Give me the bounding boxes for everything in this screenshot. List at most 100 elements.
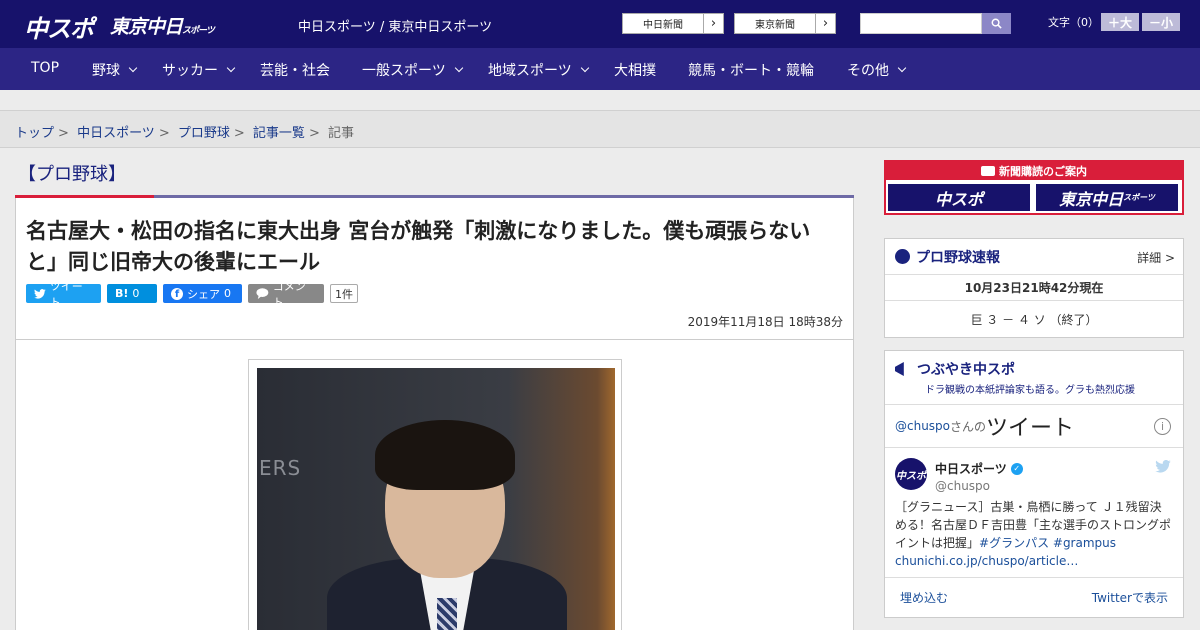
twitter-widget-title: つぶやき中スポ <box>917 362 1015 378</box>
breadcrumb-article-list[interactable]: 記事一覧 <box>253 126 305 141</box>
score-box-header: プロ野球速報 詳細 > <box>885 239 1183 275</box>
score-line[interactable]: 巨 ３ － ４ ソ （終了） <box>885 301 1183 337</box>
breadcrumb: トップ > 中日スポーツ > プロ野球 > 記事一覧 > 記事 <box>15 122 354 141</box>
nav-item-racing[interactable]: 競馬・ボート・競輪 <box>688 60 814 80</box>
view-on-twitter-link[interactable]: Twitterで表示 <box>1092 589 1168 606</box>
nav-item-soccer[interactable]: サッカー <box>162 60 236 80</box>
breadcrumb-top[interactable]: トップ <box>15 126 54 141</box>
facebook-icon: f <box>171 287 183 300</box>
baseball-score-box: プロ野球速報 詳細 > 10月23日21時42分現在 巨 ３ － ４ ソ （終了… <box>884 238 1184 338</box>
facebook-share-label: シェア <box>187 287 220 301</box>
breadcrumb-band: トップ > 中日スポーツ > プロ野球 > 記事一覧 > 記事 <box>0 110 1200 148</box>
article-header-card: 名古屋大・松田の指名に東大出身 宮台が触発「刺激になりました。僕も頑張らないと」… <box>15 198 854 340</box>
breadcrumb-sep: > <box>233 126 245 141</box>
tweet-text: ［グラニュース］古巣・鳥栖に勝って Ｊ１残留決める！名古屋ＤＦ吉田豊「主な選手の… <box>885 498 1183 570</box>
nav-label: 一般スポーツ <box>362 63 446 79</box>
search-button[interactable] <box>982 13 1011 34</box>
font-size-down-button[interactable]: －小 <box>1142 13 1180 31</box>
tokyo-logo-small: スポーツ <box>182 26 215 36</box>
verified-badge-icon: ✓ <box>1010 462 1023 475</box>
breadcrumb-sep: > <box>158 126 170 141</box>
tokyo-shimbun-label: 東京新聞 <box>755 20 795 31</box>
nav-item-top[interactable]: TOP <box>31 60 59 76</box>
tweet-hashtags[interactable]: #グランパス #grampus <box>979 536 1116 550</box>
nav-label: 芸能・社会 <box>260 63 330 79</box>
breadcrumb-current: 記事 <box>327 126 354 141</box>
breadcrumb-sep: > <box>308 126 320 141</box>
facebook-share-button[interactable]: f シェア 0 <box>163 284 242 303</box>
nav-item-general-sports[interactable]: 一般スポーツ <box>362 60 463 80</box>
search-input[interactable] <box>860 13 982 34</box>
tweets-san-no: さんの <box>950 419 987 434</box>
share-buttons: ツイート B! 0 f シェア 0 コメント 1件 <box>26 280 358 309</box>
twitter-widget-header: つぶやき中スポ ドラ観戦の本紙評論家も語る。グラも熱烈応援 <box>885 359 1183 396</box>
info-icon[interactable]: i <box>1154 418 1171 435</box>
chevron-right-icon: › <box>815 14 835 33</box>
hatena-bookmark-button[interactable]: B! 0 <box>107 284 157 303</box>
nav-label: サッカー <box>162 63 218 79</box>
article-headline: 名古屋大・松田の指名に東大出身 宮台が触発「刺激になりました。僕も頑張らないと」… <box>26 219 811 274</box>
twitter-widget: つぶやき中スポ ドラ観戦の本紙評論家も語る。グラも熱烈応援 @chuspo さん… <box>884 350 1184 618</box>
subscription-banner[interactable]: 新聞購読のご案内 中スポ 東京中日 スポーツ <box>884 160 1184 215</box>
breadcrumb-chunichi-sports[interactable]: 中日スポーツ <box>77 126 155 141</box>
photo-frame: ERS <box>248 359 622 630</box>
avatar[interactable]: 中スポ <box>895 458 927 490</box>
score-detail-link[interactable]: 詳細 > <box>1137 249 1175 266</box>
subscription-banner-header: 新聞購読のご案内 <box>886 162 1182 180</box>
breadcrumb-pro-baseball[interactable]: プロ野球 <box>178 126 230 141</box>
score-timestamp: 10月23日21時42分現在 <box>885 275 1183 301</box>
breadcrumb-sep: > <box>58 126 69 141</box>
nav-item-entertainment[interactable]: 芸能・社会 <box>260 60 330 80</box>
nav-label: 大相撲 <box>614 63 656 79</box>
chevron-down-icon <box>580 63 589 73</box>
nav-item-sumo[interactable]: 大相撲 <box>614 60 656 80</box>
main-nav: TOP 野球 サッカー 芸能・社会 一般スポーツ 地域スポーツ 大相撲 競馬・ボ… <box>0 48 1200 90</box>
hatena-count: 0 <box>132 287 140 300</box>
tweet-author-handle[interactable]: @chuspo <box>935 479 990 493</box>
chevron-right-icon: › <box>703 14 723 33</box>
article-date: 2019年11月18日 18時38分 <box>687 315 843 329</box>
tweet-author-name: 中日スポーツ <box>935 462 1007 476</box>
font-size-up-button[interactable]: ＋大 <box>1101 13 1139 31</box>
hatena-icon: B! <box>115 287 129 300</box>
subscription-banner-title: 新聞購読のご案内 <box>999 165 1087 178</box>
tweet-author: 中スポ 中日スポーツ ✓ @chuspo <box>885 448 1183 498</box>
nav-item-baseball[interactable]: 野球 <box>92 60 138 80</box>
search-icon <box>991 18 1002 29</box>
tokyo-logo-text: 東京中日 <box>110 16 183 38</box>
tweet-button[interactable]: ツイート <box>26 280 101 309</box>
article-photo[interactable]: ERS <box>257 368 615 630</box>
banner-tokyo-text: 東京中日 <box>1059 189 1124 209</box>
nav-item-local-sports[interactable]: 地域スポーツ <box>488 60 589 80</box>
comment-count[interactable]: 1件 <box>330 284 358 303</box>
banner-chuspo[interactable]: 中スポ <box>886 182 1032 213</box>
chuspo-logo[interactable]: 中スポ <box>24 9 94 43</box>
photo-background-text: ERS <box>259 456 302 480</box>
tweet-link[interactable]: chunichi.co.jp/chuspo/article… <box>895 554 1078 568</box>
chevron-down-icon <box>128 63 138 73</box>
megaphone-icon <box>895 362 904 376</box>
photo-tie <box>437 598 457 630</box>
banner-tokyo-chunichi[interactable]: 東京中日 スポーツ <box>1034 182 1180 213</box>
category-title: 【プロ野球】 <box>18 164 126 185</box>
chunichi-shimbun-link[interactable]: 中日新聞 › <box>622 13 724 34</box>
banner-tokyo-small: スポーツ <box>1123 193 1155 202</box>
twitter-widget-subtitle: ドラ観戦の本紙評論家も語る。グラも熱烈応援 <box>925 385 1135 396</box>
tweets-by-bar: @chuspo さんの ツイート i <box>885 404 1183 448</box>
baseball-icon <box>895 249 910 264</box>
tokyo-shimbun-link[interactable]: 東京新聞 › <box>734 13 836 34</box>
tweets-word: ツイート <box>986 416 1075 441</box>
chevron-down-icon <box>897 63 907 73</box>
nav-label: 地域スポーツ <box>488 63 572 79</box>
embed-link[interactable]: 埋め込む <box>900 589 948 606</box>
tokyo-chunichi-logo[interactable]: 東京中日スポーツ <box>110 12 215 39</box>
tweets-handle-link[interactable]: @chuspo <box>895 419 950 433</box>
speech-bubble-icon <box>256 288 269 299</box>
twitter-bird-icon <box>34 288 46 299</box>
tweet-label: ツイート <box>49 279 83 309</box>
comment-label: コメント <box>272 279 306 309</box>
comment-button[interactable]: コメント <box>248 280 324 309</box>
nav-item-other[interactable]: その他 <box>847 60 907 80</box>
tweet-author-name-row[interactable]: 中日スポーツ ✓ <box>935 460 1023 477</box>
twitter-bird-icon <box>1155 459 1171 477</box>
